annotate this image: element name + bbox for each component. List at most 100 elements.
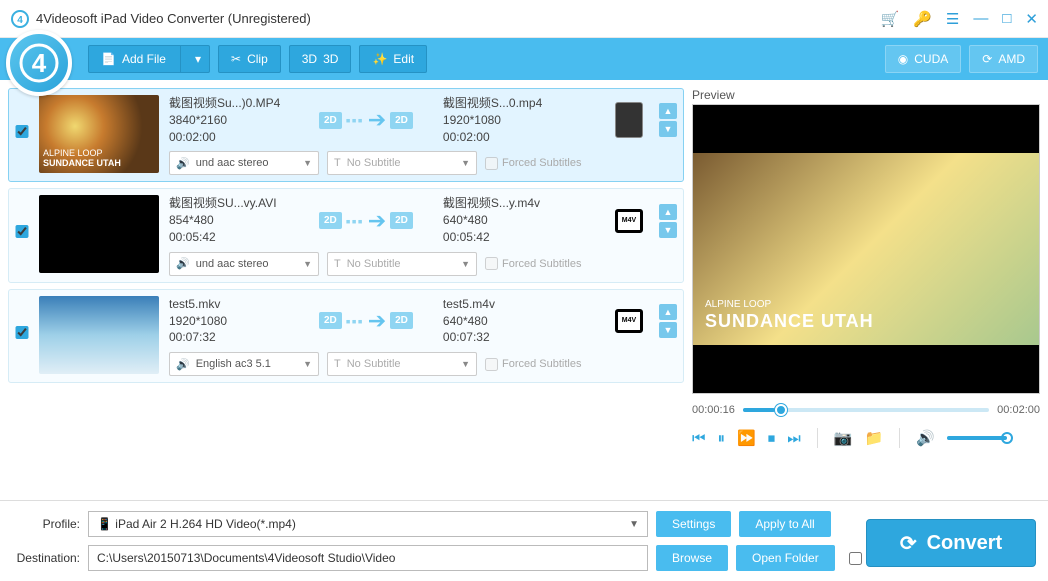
add-file-label: Add File	[122, 52, 166, 66]
file-item[interactable]: test5.mkv 1920*1080 00:07:32 2D▪▪▪➔2D te…	[8, 289, 684, 383]
file-list: ALPINE LOOPSUNDANCE UTAH 截图视频Su...)0.MP4…	[8, 88, 684, 492]
destination-input[interactable]: C:\Users\20150713\Documents\4Videosoft S…	[88, 545, 648, 571]
move-down-icon[interactable]: ▼	[659, 222, 677, 238]
chevron-down-icon[interactable]: ▾	[187, 52, 209, 66]
forced-subtitles-checkbox[interactable]: Forced Subtitles	[485, 257, 581, 270]
minimize-icon[interactable]: —	[973, 10, 988, 27]
cart-icon[interactable]: 🛒	[881, 10, 900, 28]
convert-label: Convert	[927, 532, 1003, 555]
fast-forward-icon[interactable]: ⏩	[737, 429, 756, 447]
nvidia-icon: ◉	[898, 52, 908, 66]
prev-icon[interactable]: ⏮	[692, 430, 706, 447]
file-checkbox[interactable]	[15, 125, 29, 138]
stop-icon[interactable]: ⏹	[768, 430, 776, 447]
svg-text:4: 4	[17, 15, 23, 26]
preview-caption: ALPINE LOOP SUNDANCE UTAH	[705, 299, 874, 333]
cuda-button[interactable]: ◉ CUDA	[885, 45, 962, 73]
subtitle-select[interactable]: T No Subtitle▼	[327, 352, 477, 376]
source-meta: 截图视频SU...vy.AVI 854*480 00:05:42	[169, 195, 309, 245]
move-down-icon[interactable]: ▼	[659, 322, 677, 338]
file-thumbnail[interactable]	[39, 195, 159, 273]
three-d-icon: 3D	[302, 52, 317, 66]
snapshot-icon[interactable]: 📷	[834, 429, 853, 447]
three-d-label: 3D	[323, 52, 338, 66]
destination-label: Destination:	[12, 551, 80, 565]
device-ipad-icon[interactable]	[615, 102, 643, 138]
move-up-icon[interactable]: ▲	[659, 304, 677, 320]
audio-track-select[interactable]: 🔊 und aac stereo▼	[169, 151, 319, 175]
next-icon[interactable]: ⏭	[787, 430, 801, 447]
dest-meta: 截图视频S...y.m4v 640*480 00:05:42	[443, 195, 583, 245]
profile-label: Profile:	[12, 517, 80, 531]
app-logo-large: 4	[6, 30, 72, 96]
apply-to-all-button[interactable]: Apply to All	[739, 511, 830, 537]
move-down-icon[interactable]: ▼	[659, 121, 677, 137]
dest-meta: test5.m4v 640*480 00:07:32	[443, 296, 583, 346]
refresh-icon: ⟳	[900, 531, 917, 556]
preview-video[interactable]: ALPINE LOOP SUNDANCE UTAH	[692, 104, 1040, 394]
clip-button[interactable]: ✂ Clip	[218, 45, 281, 73]
titlebar: 4 4Videosoft iPad Video Converter (Unreg…	[0, 0, 1048, 38]
key-icon[interactable]: 🔑	[913, 10, 932, 28]
edit-button[interactable]: ✨ Edit	[359, 45, 427, 73]
seek-track[interactable]	[743, 408, 989, 412]
svg-text:4: 4	[32, 48, 47, 78]
profile-value: iPad Air 2 H.264 HD Video(*.mp4)	[115, 517, 296, 531]
toolbar: 📄 Add File ▾ ✂ Clip 3D 3D ✨ Edit ◉ CUDA …	[0, 38, 1048, 80]
add-file-button[interactable]: 📄 Add File ▾	[88, 45, 210, 73]
amd-label: AMD	[998, 52, 1025, 66]
three-d-button[interactable]: 3D 3D	[289, 45, 352, 73]
close-icon[interactable]: ✕	[1025, 10, 1038, 28]
app-logo-small: 4	[10, 9, 30, 29]
profile-select[interactable]: 📱 iPad Air 2 H.264 HD Video(*.mp4) ▼	[88, 511, 648, 537]
player-controls: ⏮ ⏸ ⏩ ⏹ ⏭ 📷 📁 🔊	[692, 428, 1040, 448]
conversion-arrow: 2D▪▪▪➔2D	[319, 107, 413, 133]
device-m4v-icon[interactable]: M4V	[615, 209, 643, 233]
destination-value: C:\Users\20150713\Documents\4Videosoft S…	[97, 551, 395, 565]
amd-icon: ⟳	[982, 52, 992, 66]
move-up-icon[interactable]: ▲	[659, 103, 677, 119]
dest-meta: 截图视频S...0.mp4 1920*1080 00:02:00	[443, 95, 583, 145]
open-folder-button[interactable]: Open Folder	[736, 545, 835, 571]
scissors-icon: ✂	[231, 52, 241, 66]
conversion-arrow: 2D▪▪▪➔2D	[319, 208, 413, 234]
source-meta: 截图视频Su...)0.MP4 3840*2160 00:02:00	[169, 95, 309, 145]
file-thumbnail[interactable]	[39, 296, 159, 374]
settings-button[interactable]: Settings	[656, 511, 731, 537]
menu-icon[interactable]: ☰	[946, 10, 959, 28]
volume-slider[interactable]	[947, 436, 1007, 440]
browse-button[interactable]: Browse	[656, 545, 728, 571]
edit-label: Edit	[393, 52, 414, 66]
forced-subtitles-checkbox[interactable]: Forced Subtitles	[485, 157, 581, 170]
file-checkbox[interactable]	[15, 225, 29, 238]
subtitle-select[interactable]: T No Subtitle▼	[327, 151, 477, 175]
time-total: 00:02:00	[997, 404, 1040, 416]
pause-icon[interactable]: ⏸	[718, 430, 726, 447]
move-up-icon[interactable]: ▲	[659, 204, 677, 220]
maximize-icon[interactable]: □	[1002, 10, 1011, 27]
forced-subtitles-checkbox[interactable]: Forced Subtitles	[485, 358, 581, 371]
file-checkbox[interactable]	[15, 326, 29, 339]
preview-panel: Preview ALPINE LOOP SUNDANCE UTAH 00:00:…	[692, 88, 1040, 492]
preview-label: Preview	[692, 88, 1040, 102]
device-m4v-icon[interactable]: M4V	[615, 309, 643, 333]
clip-label: Clip	[247, 52, 268, 66]
file-thumbnail[interactable]: ALPINE LOOPSUNDANCE UTAH	[39, 95, 159, 173]
add-file-icon: 📄	[101, 52, 116, 66]
amd-button[interactable]: ⟳ AMD	[969, 45, 1038, 73]
profile-device-icon: 📱	[97, 517, 112, 531]
open-snapshot-folder-icon[interactable]: 📁	[864, 429, 883, 447]
window-title: 4Videosoft iPad Video Converter (Unregis…	[36, 11, 881, 26]
convert-button[interactable]: ⟳ Convert	[866, 519, 1036, 567]
time-current: 00:00:16	[692, 404, 735, 416]
volume-icon[interactable]: 🔊	[916, 429, 935, 447]
file-item[interactable]: ALPINE LOOPSUNDANCE UTAH 截图视频Su...)0.MP4…	[8, 88, 684, 182]
source-meta: test5.mkv 1920*1080 00:07:32	[169, 296, 309, 346]
file-item[interactable]: 截图视频SU...vy.AVI 854*480 00:05:42 2D▪▪▪➔2…	[8, 188, 684, 282]
subtitle-select[interactable]: T No Subtitle▼	[327, 252, 477, 276]
audio-track-select[interactable]: 🔊 English ac3 5.1▼	[169, 352, 319, 376]
audio-track-select[interactable]: 🔊 und aac stereo▼	[169, 252, 319, 276]
timeline[interactable]: 00:00:16 00:02:00	[692, 404, 1040, 416]
cuda-label: CUDA	[914, 52, 948, 66]
conversion-arrow: 2D▪▪▪➔2D	[319, 308, 413, 334]
